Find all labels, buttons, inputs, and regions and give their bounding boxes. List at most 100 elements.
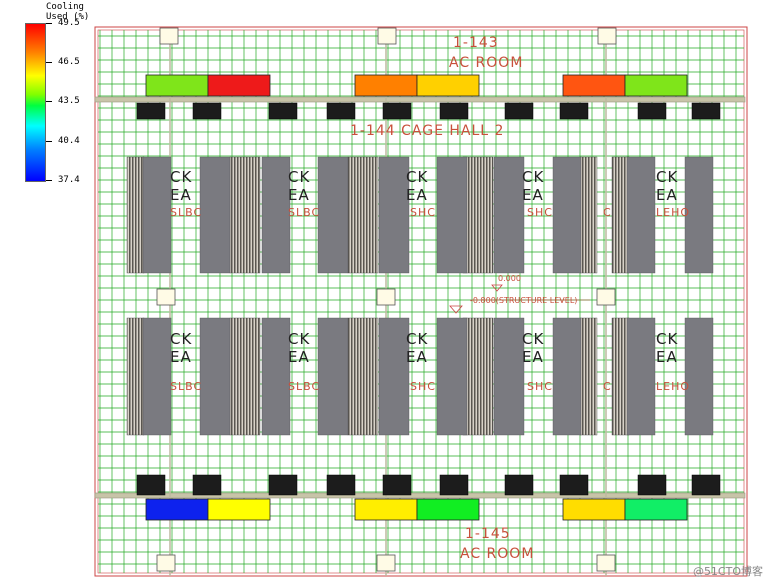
rack-tag-row2-2: SLBC <box>288 380 321 393</box>
ac-bottom-unit2-b <box>416 498 480 521</box>
rack-r1-9 <box>626 156 656 274</box>
rack-r2-6 <box>436 317 468 436</box>
floor-vent-r1-3 <box>347 156 379 274</box>
rack-label-row1-1a: CK <box>170 168 193 186</box>
ac-top-unit2-b <box>416 74 480 97</box>
rack-r1-2 <box>199 156 231 274</box>
column-3 <box>597 27 617 45</box>
floor-vent-r1-5 <box>579 156 598 274</box>
rack-label-row1-3a: CK <box>406 168 429 186</box>
rack-label-row2-3a: CK <box>406 330 429 348</box>
rack-label-row2-5b: EA <box>656 348 678 366</box>
floor-vent-r1-2 <box>229 156 261 274</box>
fan-bottom-10 <box>691 474 721 496</box>
watermark: @51CTO博客 <box>692 565 763 578</box>
fan-bottom-9 <box>637 474 667 496</box>
floor-vent-r1-4 <box>462 156 494 274</box>
fan-bottom-4 <box>326 474 356 496</box>
rack-r2-9 <box>626 317 656 436</box>
rack-label-row1-4a: CK <box>522 168 545 186</box>
floor-vent-r2-3 <box>347 317 379 436</box>
rack-r2-5 <box>378 317 410 436</box>
floor-vent-r2-1 <box>126 317 145 436</box>
floor-vent-r2-5 <box>579 317 598 436</box>
fan-top-2 <box>192 102 222 120</box>
ac-top-unit2-a <box>354 74 418 97</box>
floor-vent-r2-4 <box>462 317 494 436</box>
rack-tag-row1-4: SHC <box>527 206 553 219</box>
rack-label-row1-4b: EA <box>522 186 544 204</box>
rack-label-row1-2a: CK <box>288 168 311 186</box>
fan-top-1 <box>136 102 166 120</box>
floor-vent-r1-6 <box>611 156 630 274</box>
fan-top-7 <box>504 102 534 120</box>
ac-top-unit1-a <box>145 74 209 97</box>
rack-r2-1 <box>142 317 172 436</box>
column-6 <box>596 288 616 306</box>
rack-r2-10 <box>684 317 714 436</box>
rack-label-row2-1b: EA <box>170 348 192 366</box>
top-ac-room-id: 1-143 <box>453 35 499 51</box>
rack-label-row2-1a: CK <box>170 330 193 348</box>
fan-bottom-2 <box>192 474 222 496</box>
rack-label-row1-5b: EA <box>656 186 678 204</box>
rack-r1-1 <box>142 156 172 274</box>
rack-tag-row2-5: C <box>603 380 612 393</box>
ac-bottom-unit1-b <box>207 498 271 521</box>
rack-r2-4 <box>317 317 349 436</box>
fan-bottom-3 <box>268 474 298 496</box>
rack-label-row2-4a: CK <box>522 330 545 348</box>
rack-tag-row2-4: SHC <box>527 380 553 393</box>
rack-r1-3 <box>261 156 291 274</box>
ac-top-unit3-b <box>624 74 688 97</box>
rack-r1-5 <box>378 156 410 274</box>
floor-plan-canvas[interactable] <box>0 0 767 583</box>
column-7 <box>156 554 176 572</box>
floor-vent-r1-1 <box>126 156 145 274</box>
rack-label-row2-2b: EA <box>288 348 310 366</box>
rack-label-row2-5a: CK <box>656 330 679 348</box>
rack-label-row1-5a: CK <box>656 168 679 186</box>
cage-hall-label: 1-144 CAGE HALL 2 <box>350 123 505 139</box>
column-5 <box>376 288 396 306</box>
rack-r2-3 <box>261 317 291 436</box>
rack-label-row2-2a: CK <box>288 330 311 348</box>
rack-r2-8 <box>552 317 582 436</box>
fan-top-9 <box>637 102 667 120</box>
fan-top-6 <box>439 102 469 120</box>
ac-bottom-unit1-a <box>145 498 209 521</box>
column-2 <box>377 27 397 45</box>
fan-bottom-8 <box>559 474 589 496</box>
ac-bottom-unit3-b <box>624 498 688 521</box>
rack-r2-2 <box>199 317 231 436</box>
rack-r1-4 <box>317 156 349 274</box>
rack-label-row1-2b: EA <box>288 186 310 204</box>
floor-vent-r2-2 <box>229 317 261 436</box>
rack-tag-row1-1: SLBC <box>170 206 203 219</box>
ac-bottom-unit2-a <box>354 498 418 521</box>
rack-tag-row1-2: SLBC <box>288 206 321 219</box>
level-note-label: -0.800(STRUCTURE LEVEL) <box>470 296 578 305</box>
level-value-label: 0.000 <box>498 274 521 283</box>
fan-top-4 <box>326 102 356 120</box>
rack-tag-row2-3: SHC <box>410 380 436 393</box>
rack-r1-6 <box>436 156 468 274</box>
rack-tag-row1-3: SHC <box>410 206 436 219</box>
fan-top-3 <box>268 102 298 120</box>
rack-label-row2-3b: EA <box>406 348 428 366</box>
floor-vent-r2-6 <box>611 317 630 436</box>
ac-units-top <box>145 74 688 97</box>
fan-top-5 <box>382 102 412 120</box>
fan-top-8 <box>559 102 589 120</box>
ac-top-unit1-b <box>207 74 271 97</box>
fan-top-10 <box>691 102 721 120</box>
fan-bottom-5 <box>382 474 412 496</box>
fan-bottom-1 <box>136 474 166 496</box>
rack-tag-row1-6: LEHO <box>656 206 691 219</box>
column-8 <box>376 554 396 572</box>
rack-label-row2-4b: EA <box>522 348 544 366</box>
fan-bottom-6 <box>439 474 469 496</box>
rack-tag-row2-6: LEHO <box>656 380 691 393</box>
rack-tag-row2-1: SLBC <box>170 380 203 393</box>
ac-top-unit3-a <box>562 74 626 97</box>
